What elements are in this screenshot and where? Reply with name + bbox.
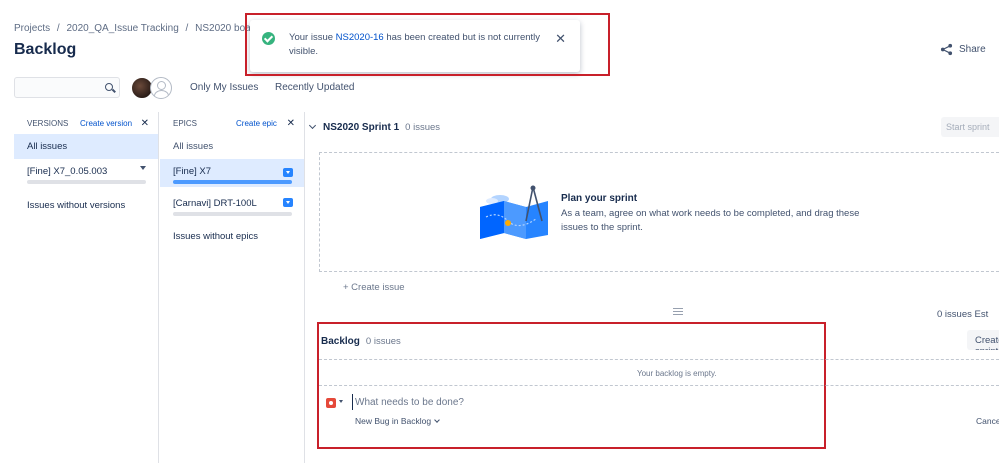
breadcrumb-separator: /: [185, 23, 189, 34]
create-version-link[interactable]: Create version: [80, 119, 132, 128]
breadcrumb-separator: /: [56, 23, 60, 34]
plan-sprint-title: Plan your sprint: [561, 193, 638, 204]
share-button[interactable]: Share: [940, 43, 986, 56]
create-sprint-button[interactable]: Create sprint: [967, 330, 999, 350]
chevron-down-icon[interactable]: [434, 417, 440, 423]
epic-item-carnavi[interactable]: [Carnavi] DRT-100L: [160, 191, 304, 219]
search-input[interactable]: [14, 77, 120, 98]
issue-create-context: New Bug in Backlog: [355, 416, 440, 426]
version-progress-bar: [27, 180, 146, 184]
share-icon: [940, 43, 953, 56]
page-title: Backlog: [14, 41, 77, 58]
breadcrumb: Projects / 2020_QA_Issue Tracking / NS20…: [14, 23, 264, 34]
epic-expand-icon[interactable]: [283, 198, 293, 207]
epics-panel: EPICS Create epic ✕ All issues [Fine] X7…: [160, 112, 305, 463]
share-label: Share: [959, 44, 986, 55]
version-item-fine-x7[interactable]: [Fine] X7_0.05.003: [14, 159, 158, 187]
unassigned-avatar[interactable]: [150, 77, 172, 99]
sprint-issue-count: 0 issues: [405, 122, 441, 133]
recently-updated-filter[interactable]: Recently Updated: [275, 82, 355, 93]
backlog-empty-text: Your backlog is empty.: [637, 369, 717, 378]
bug-type-icon[interactable]: [326, 398, 336, 408]
epic-progress-bar: [173, 212, 292, 216]
epic-item-without-epics[interactable]: Issues without epics: [160, 219, 304, 253]
epic-progress-bar: [173, 180, 292, 184]
create-epic-link[interactable]: Create epic: [236, 119, 277, 128]
version-item-all-issues[interactable]: All issues: [14, 134, 158, 159]
close-icon[interactable]: ✕: [287, 118, 295, 129]
sprint-issues-estimate: 0 issues Est: [937, 309, 989, 320]
issue-summary-input[interactable]: [352, 394, 812, 410]
close-icon[interactable]: ✕: [141, 118, 149, 129]
location-select[interactable]: Backlog: [401, 416, 431, 426]
chevron-down-icon[interactable]: [339, 400, 343, 403]
cancel-button[interactable]: Cancel: [976, 416, 999, 426]
plan-sprint-description: As a team, agree on what work needs to b…: [561, 208, 860, 233]
backlog-header: Backlog 0 issues: [321, 336, 401, 347]
start-sprint-button[interactable]: Start sprint: [941, 117, 999, 137]
sprint-name: NS2020 Sprint 1: [323, 122, 400, 133]
sprint-map-illustration: [480, 185, 548, 239]
epic-expand-icon[interactable]: [283, 168, 293, 177]
highlight-box-toast: [245, 13, 610, 76]
breadcrumb-project[interactable]: 2020_QA_Issue Tracking: [66, 23, 178, 34]
issue-type-label: New Bug in: [355, 416, 399, 426]
backlog-issue-count: 0 issues: [365, 336, 401, 347]
search-icon: [105, 83, 113, 91]
sprint-header[interactable]: NS2020 Sprint 1 0 issues: [308, 121, 441, 133]
epic-item-fine-x7[interactable]: [Fine] X7: [160, 159, 304, 187]
chevron-down-icon[interactable]: [140, 166, 146, 170]
version-item-without-versions[interactable]: Issues without versions: [14, 187, 158, 223]
versions-panel: VERSIONS Create version ✕ All issues [Fi…: [14, 112, 159, 463]
drag-handle-icon[interactable]: [673, 308, 683, 318]
breadcrumb-projects[interactable]: Projects: [14, 23, 50, 34]
epic-item-all-issues[interactable]: All issues: [160, 134, 304, 159]
only-my-issues-filter[interactable]: Only My Issues: [190, 82, 258, 93]
versions-header: VERSIONS Create version ✕: [27, 117, 149, 129]
backlog-title: Backlog: [321, 336, 360, 347]
create-issue-link[interactable]: + Create issue: [343, 282, 405, 293]
epics-header: EPICS Create epic ✕: [173, 117, 295, 129]
chevron-down-icon[interactable]: [308, 121, 317, 130]
